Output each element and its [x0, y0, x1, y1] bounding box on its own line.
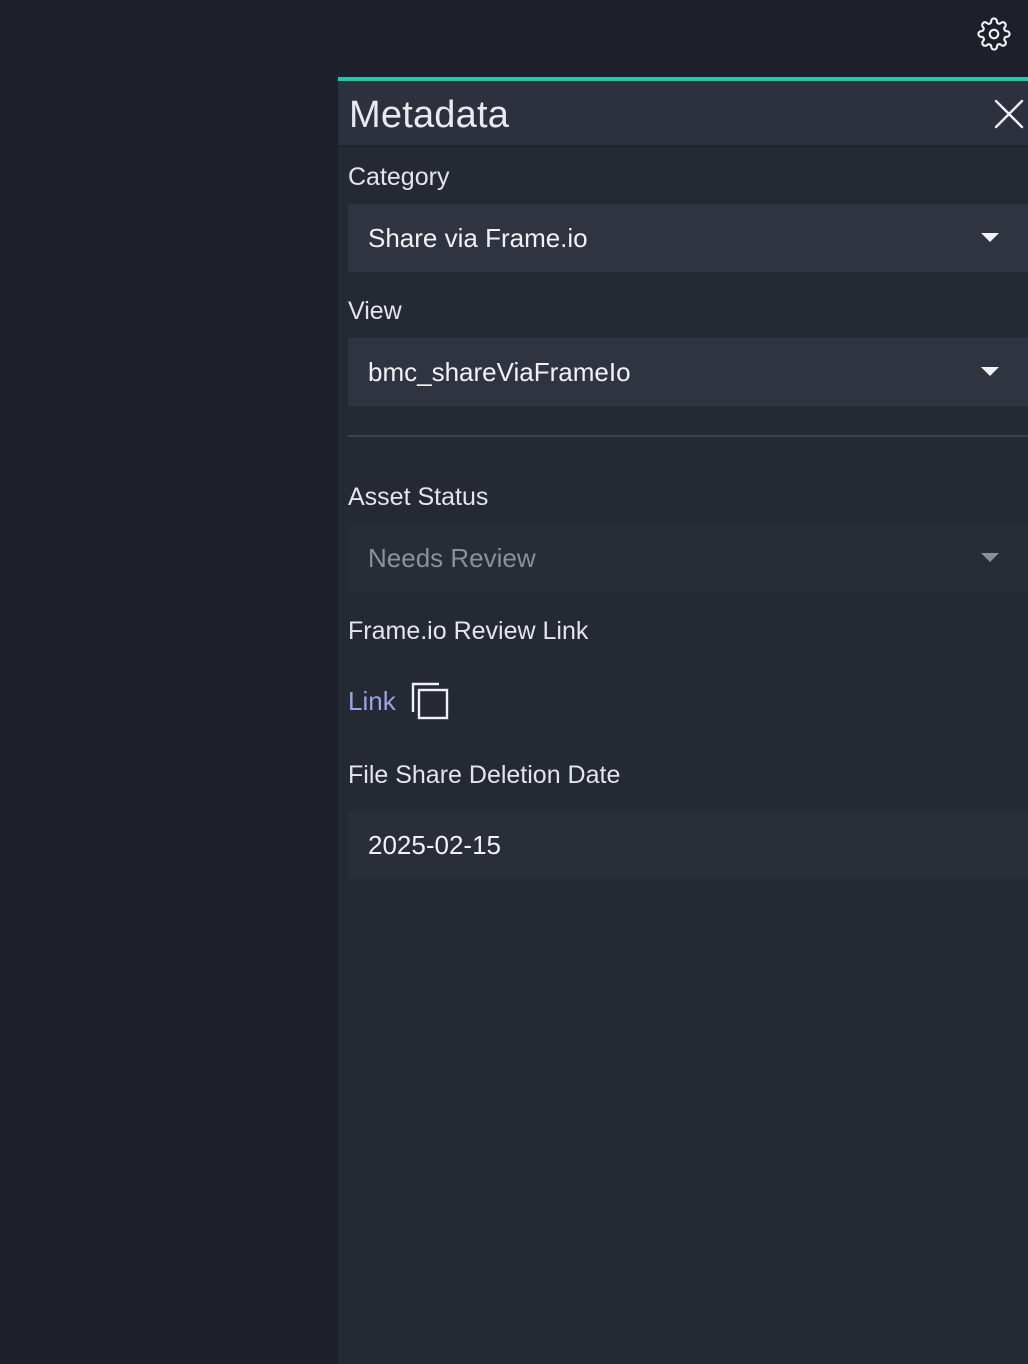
deletion-date-label: File Share Deletion Date: [348, 761, 621, 789]
panel-title: Metadata: [349, 94, 510, 136]
view-select[interactable]: bmc_shareViaFrameIo: [348, 338, 1028, 406]
chevron-down-icon: [981, 553, 999, 562]
category-label: Category: [348, 163, 450, 191]
deletion-date-field: 2025-02-15: [348, 811, 1028, 879]
asset-status-value: Needs Review: [368, 543, 536, 573]
view-label: View: [348, 297, 402, 325]
asset-status-select: Needs Review: [348, 524, 1028, 592]
copy-link-button[interactable]: [411, 682, 449, 720]
close-icon: [994, 99, 1024, 129]
page: Metadata Category Share via Frame.io Vie…: [0, 0, 1028, 1364]
deletion-date-value: 2025-02-15: [368, 830, 501, 860]
category-value: Share via Frame.io: [368, 223, 588, 253]
chevron-down-icon: [981, 367, 999, 376]
section-divider: [348, 435, 1028, 437]
panel-header: Metadata: [338, 81, 1028, 147]
review-link[interactable]: Link: [348, 685, 396, 717]
asset-status-label: Asset Status: [348, 483, 489, 511]
category-select[interactable]: Share via Frame.io: [348, 204, 1028, 272]
view-value: bmc_shareViaFrameIo: [368, 357, 631, 387]
review-link-label: Frame.io Review Link: [348, 617, 589, 645]
copy-icon: [411, 682, 448, 720]
gear-icon: [977, 17, 1011, 51]
review-link-row: Link: [348, 681, 449, 721]
metadata-panel: Metadata Category Share via Frame.io Vie…: [338, 77, 1028, 1364]
chevron-down-icon: [981, 233, 999, 242]
settings-button[interactable]: [976, 16, 1012, 52]
close-button[interactable]: [992, 97, 1026, 131]
